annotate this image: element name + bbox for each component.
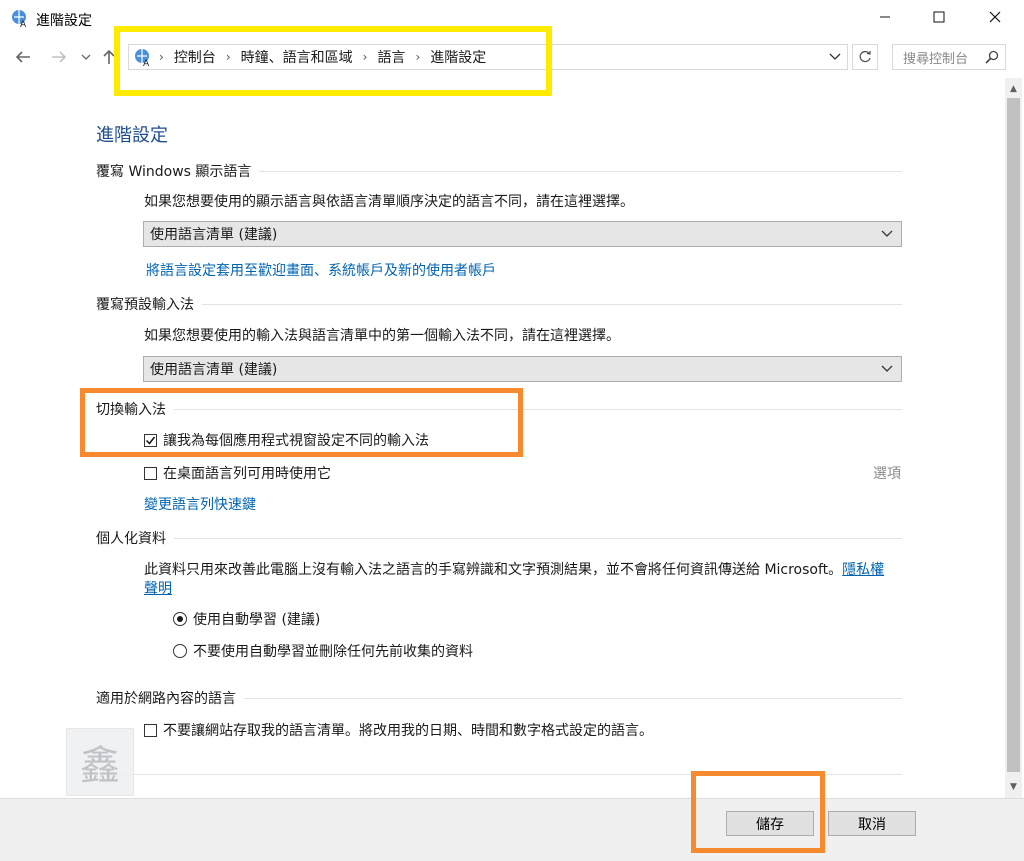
scroll-up-arrow-icon[interactable]: ▲ bbox=[1005, 80, 1022, 98]
no-auto-learning-option[interactable]: 不要使用自動學習並刪除任何先前收集的資料 bbox=[173, 641, 473, 661]
yellow-highlight-box bbox=[114, 26, 552, 96]
svg-text:A: A bbox=[20, 20, 27, 28]
minimize-icon bbox=[880, 16, 890, 18]
no-auto-learning-radio[interactable] bbox=[173, 644, 187, 658]
minimize-button[interactable] bbox=[862, 0, 908, 34]
orange-highlight-box-switch-ime bbox=[80, 388, 523, 457]
search-placeholder: 搜尋控制台 bbox=[903, 51, 969, 67]
privacy-statement-link-part1[interactable]: 隱私權 bbox=[842, 562, 884, 578]
auto-learning-radio[interactable] bbox=[173, 612, 187, 626]
page-title: 進階設定 bbox=[96, 125, 168, 146]
maximize-icon bbox=[933, 11, 945, 23]
back-arrow-icon bbox=[15, 51, 30, 63]
no-auto-learning-label: 不要使用自動學習並刪除任何先前收集的資料 bbox=[193, 644, 473, 660]
desktop-language-bar-option[interactable]: 在桌面語言列可用時使用它 bbox=[144, 463, 331, 483]
change-language-bar-hotkeys-link[interactable]: 變更語言列快速鍵 bbox=[144, 494, 256, 514]
display-language-dropdown[interactable]: 使用語言清單 (建議) bbox=[143, 221, 902, 247]
display-language-section-heading: 覆寫 Windows 顯示語言 bbox=[96, 161, 902, 181]
close-icon bbox=[989, 11, 1001, 23]
web-language-list-label: 不要讓網站存取我的語言清單。將改用我的日期、時間和數字格式設定的語言。 bbox=[163, 723, 653, 739]
maximize-button[interactable] bbox=[916, 0, 962, 34]
forward-arrow-icon bbox=[52, 51, 67, 63]
forward-button[interactable] bbox=[46, 44, 72, 70]
window-title: 進階設定 bbox=[36, 13, 92, 29]
language-app-icon: A bbox=[10, 8, 30, 30]
auto-learning-option[interactable]: 使用自動學習 (建議) bbox=[173, 609, 320, 629]
default-ime-dropdown[interactable]: 使用語言清單 (建議) bbox=[143, 356, 902, 382]
chevron-down-icon bbox=[881, 365, 893, 372]
personalization-description: 此資料只用來改善此電腦上沒有輸入法之語言的手寫辨識和文字預測結果，並不會將任何資… bbox=[144, 562, 885, 578]
web-language-section-heading: 適用於網路內容的語言 bbox=[96, 688, 902, 708]
personalization-section-heading: 個人化資料 bbox=[96, 528, 902, 548]
default-ime-section-heading: 覆寫預設輸入法 bbox=[96, 294, 902, 314]
watermark-logo: 鑫 bbox=[66, 728, 134, 796]
close-button[interactable] bbox=[972, 0, 1018, 34]
desktop-language-bar-label: 在桌面語言列可用時使用它 bbox=[163, 466, 331, 482]
default-ime-description: 如果您想要使用的輸入法與語言清單中的第一個輸入法不同，請在這裡選擇。 bbox=[144, 328, 620, 344]
radio-selected-dot-icon bbox=[177, 616, 183, 622]
auto-learning-label: 使用自動學習 (建議) bbox=[193, 612, 321, 628]
display-language-description: 如果您想要使用的顯示語言與依語言清單順序決定的語言不同，請在這裡選擇。 bbox=[144, 194, 634, 210]
cancel-button[interactable]: 取消 bbox=[828, 811, 916, 836]
web-language-list-checkbox[interactable] bbox=[144, 723, 157, 737]
language-bar-options-link[interactable]: 選項 bbox=[873, 463, 901, 483]
search-box[interactable]: 搜尋控制台 bbox=[892, 44, 1006, 70]
scroll-down-arrow-icon[interactable]: ▼ bbox=[1005, 778, 1022, 796]
recent-locations-button[interactable] bbox=[76, 44, 96, 70]
orange-highlight-box-save bbox=[691, 771, 825, 853]
chevron-down-icon bbox=[81, 54, 91, 60]
desktop-language-bar-checkbox[interactable] bbox=[144, 466, 157, 480]
back-button[interactable] bbox=[10, 44, 36, 70]
search-icon bbox=[985, 50, 999, 64]
chevron-down-icon bbox=[881, 230, 893, 237]
apply-language-settings-link[interactable]: 將語言設定套用至歡迎畫面、系統帳戶及新的使用者帳戶 bbox=[146, 260, 496, 280]
scrollbar-thumb[interactable] bbox=[1007, 98, 1020, 772]
address-dropdown-chevron-icon[interactable] bbox=[829, 53, 841, 61]
refresh-icon bbox=[859, 50, 871, 63]
refresh-button[interactable] bbox=[852, 44, 878, 70]
web-language-list-option[interactable]: 不要讓網站存取我的語言清單。將改用我的日期、時間和數字格式設定的語言。 bbox=[144, 720, 653, 740]
privacy-statement-link-part2[interactable]: 聲明 bbox=[144, 578, 172, 598]
